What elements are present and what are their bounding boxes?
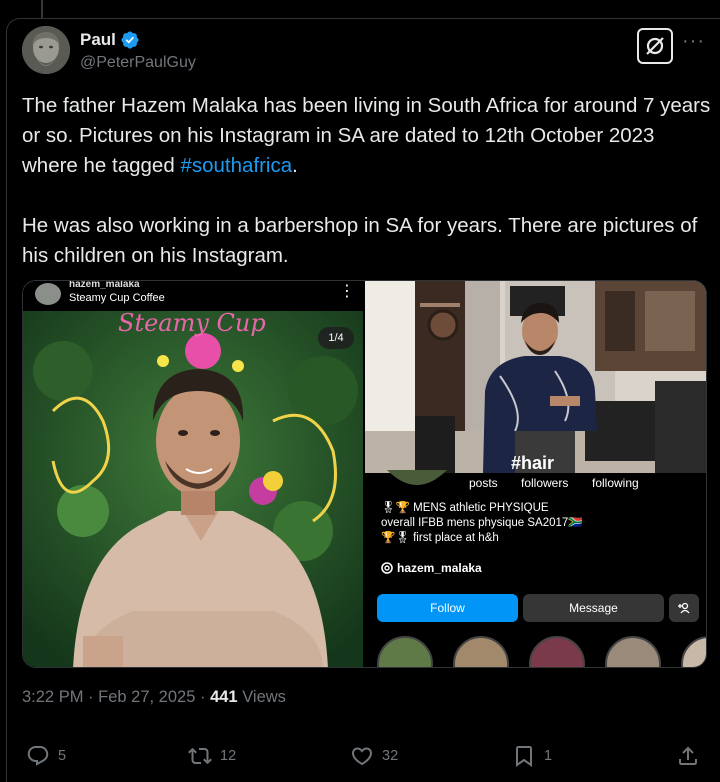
tweet-text-part: The father Hazem Malaka has been living … <box>22 94 711 177</box>
bio-line: overall IFBB mens physique SA2017🇿🇦 <box>381 517 583 529</box>
neon-sign-text: Steamy Cup <box>118 311 266 337</box>
highlight-circle <box>605 636 661 667</box>
tweet-date[interactable]: Feb 27, 2025 <box>98 688 195 706</box>
tweet-actions: 5 12 32 1 <box>22 744 712 774</box>
bio-line: 🎖🏆 MENS athletic PHYSIQUE <box>381 502 549 514</box>
profile-stats: posts followers following <box>365 470 706 496</box>
tweet-header: Paul @PeterPaulGuy ··· <box>22 26 712 76</box>
thread-connector-line <box>41 0 43 18</box>
bookmark-button[interactable]: 1 <box>512 744 552 768</box>
like-button[interactable]: 32 <box>350 744 398 768</box>
repost-icon <box>188 747 212 765</box>
stat-followers: followers <box>521 476 569 490</box>
avatar[interactable] <box>22 26 70 74</box>
post-photo: Steamy Cup 1/4 <box>23 311 363 667</box>
barbershop-photo: #hair <box>365 281 706 473</box>
tweet-time[interactable]: 3:22 PM <box>22 688 83 706</box>
meta-separator: · <box>88 688 94 706</box>
media-image-instagram-profile[interactable]: #hair posts followers following 🎖🏆 MENS … <box>365 281 706 667</box>
hashtag-link[interactable]: #southafrica <box>180 154 292 177</box>
author-handle[interactable]: @PeterPaulGuy <box>80 54 196 72</box>
stat-posts: posts <box>469 476 498 490</box>
profile-bio: 🎖🏆 MENS athletic PHYSIQUE overall IFBB m… <box>381 501 583 546</box>
highlight-circle <box>681 636 706 667</box>
like-count: 32 <box>382 748 399 764</box>
threads-icon <box>381 562 393 574</box>
meta-separator: · <box>199 688 206 706</box>
highlight-circle <box>377 636 433 667</box>
highlight-circle <box>453 636 509 667</box>
tweet-media[interactable]: hazem_malaka Steamy Cup Coffee ⋮ Steamy … <box>22 280 707 668</box>
post-header: hazem_malaka Steamy Cup Coffee ⋮ <box>23 281 363 311</box>
message-button: Message <box>523 594 664 622</box>
verified-badge-icon <box>121 31 139 49</box>
tweet-text-part: . <box>292 154 298 177</box>
grok-icon <box>646 37 664 55</box>
more-options-icon[interactable]: ··· <box>682 30 705 53</box>
media-image-instagram-post[interactable]: hazem_malaka Steamy Cup Coffee ⋮ Steamy … <box>23 281 363 667</box>
post-more-icon: ⋮ <box>339 283 355 300</box>
tweet-paragraph-1: The father Hazem Malaka has been living … <box>22 91 712 181</box>
add-user-icon <box>669 594 699 622</box>
tweet-paragraph-2: He was also working in a barbershop in S… <box>22 214 698 267</box>
bio-line: 🏆🎖 first place at h&h <box>381 532 499 544</box>
post-avatar <box>35 283 61 305</box>
post-username: hazem_malaka <box>69 280 140 290</box>
tweet-meta: 3:22 PM · Feb 27, 2025 · 441 Views <box>22 688 286 707</box>
stat-following: following <box>592 476 639 490</box>
hashtag-overlay: #hair <box>511 453 555 473</box>
repost-button[interactable]: 12 <box>188 744 236 768</box>
repost-count: 12 <box>220 748 237 764</box>
bookmark-count: 1 <box>544 748 553 764</box>
grok-button[interactable] <box>637 28 673 64</box>
heart-icon <box>351 747 373 766</box>
share-icon <box>679 746 697 765</box>
highlight-circle <box>529 636 585 667</box>
bookmark-icon <box>516 746 532 767</box>
views-label: Views <box>242 688 286 706</box>
views-count: 441 <box>210 688 238 706</box>
author-name[interactable]: Paul <box>80 30 116 50</box>
follow-button: Follow <box>377 594 518 622</box>
share-button[interactable] <box>676 744 700 768</box>
reply-icon <box>27 746 49 766</box>
carousel-counter: 1/4 <box>318 327 354 349</box>
threads-link: hazem_malaka <box>381 561 482 575</box>
reply-count: 5 <box>58 748 67 764</box>
name-row: Paul <box>80 30 140 50</box>
threads-handle: hazem_malaka <box>397 561 482 575</box>
tweet-text: The father Hazem Malaka has been living … <box>22 91 712 301</box>
story-highlights <box>365 636 706 667</box>
reply-button[interactable]: 5 <box>26 744 66 768</box>
profile-avatar-partial <box>387 470 447 485</box>
post-location: Steamy Cup Coffee <box>69 292 165 304</box>
